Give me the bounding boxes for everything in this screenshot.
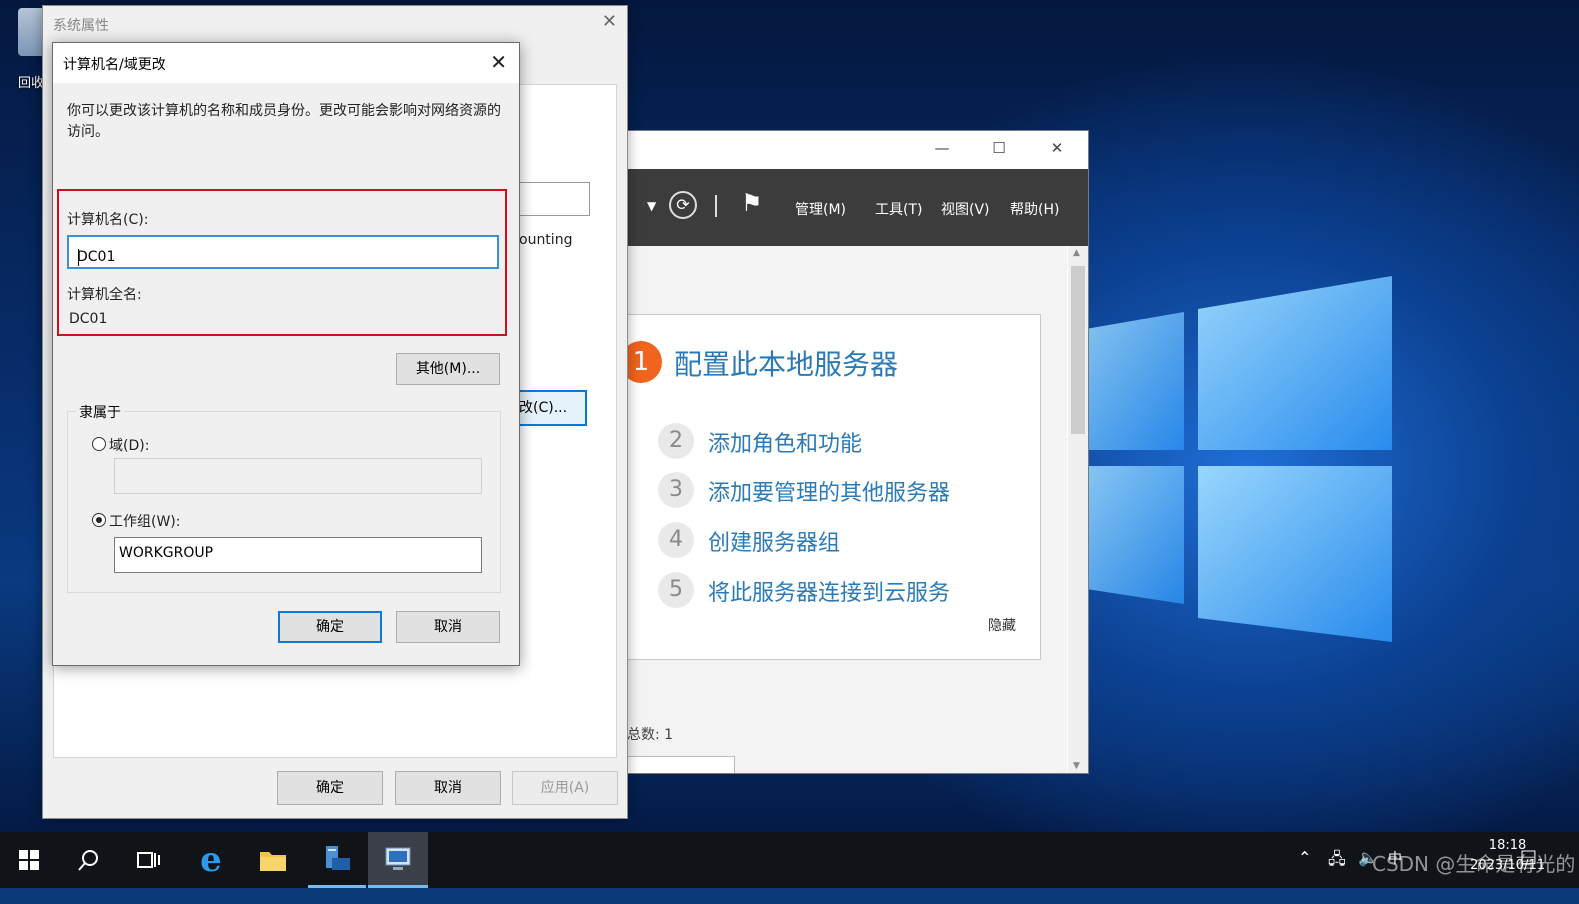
server-manager-window: — ☐ ✕ ▼ ⟳ ⚑ 管理(M) 工具(T) 视图(V) 帮助(H) 1 配置…	[626, 130, 1089, 774]
dropdown-arrow-icon[interactable]: ▼	[647, 199, 656, 213]
apply-button[interactable]: 应用(A)	[512, 771, 618, 805]
maximize-button[interactable]: ☐	[984, 139, 1014, 161]
member-of-group: 隶属于 域(D): 工作组(W): WORKGROUP	[67, 402, 501, 593]
server-manager-toolbar: ▼ ⟳ ⚑ 管理(M) 工具(T) 视图(V) 帮助(H)	[627, 169, 1088, 246]
menu-manage[interactable]: 管理(M)	[795, 199, 846, 219]
configure-local-server-link[interactable]: 配置此本地服务器	[674, 343, 898, 383]
internet-explorer-icon: e	[200, 840, 222, 880]
step-number: 3	[658, 472, 694, 508]
refresh-icon[interactable]: ⟳	[669, 191, 697, 219]
workgroup-value: WORKGROUP	[119, 545, 214, 561]
dialog-titlebar: 计算机名/域更改 ✕	[53, 43, 519, 83]
change-button[interactable]: 改(C)...	[519, 390, 587, 426]
ok-button[interactable]: 确定	[278, 611, 382, 643]
search-button[interactable]	[60, 832, 118, 888]
connect-cloud-link[interactable]: 将此服务器连接到云服务	[708, 575, 950, 607]
system-properties-button[interactable]	[368, 832, 428, 888]
cancel-button[interactable]: 取消	[396, 611, 500, 643]
notification-flag-icon[interactable]: ⚑	[741, 189, 763, 217]
windows-start-icon	[19, 850, 39, 870]
menu-help[interactable]: 帮助(H)	[1010, 199, 1059, 219]
computer-name-dialog: 计算机名/域更改 ✕ 你可以更改该计算机的名称和成员身份。更改可能会影响对网络资…	[52, 42, 520, 666]
step-number: 5	[658, 572, 694, 608]
file-explorer-button[interactable]	[244, 832, 302, 888]
dialog-description: 你可以更改该计算机的名称和成员身份。更改可能会影响对网络资源的访问。	[67, 103, 501, 140]
workgroup-radio[interactable]	[92, 513, 106, 527]
vertical-scrollbar[interactable]: ▲ ▼	[1068, 246, 1088, 773]
system-properties-icon	[385, 847, 411, 870]
create-server-group-link[interactable]: 创建服务器组	[708, 525, 840, 557]
taskbar: e ⌃ 🖧 🔈 中 18:18 2023/10/11 □	[0, 832, 1579, 888]
cancel-button[interactable]: 取消	[395, 771, 501, 805]
dialog-title: 计算机名/域更改	[63, 57, 166, 73]
computer-name-value: DC01	[77, 249, 116, 265]
menu-view[interactable]: 视图(V)	[941, 199, 990, 219]
domain-label[interactable]: 域(D):	[109, 435, 149, 455]
workgroup-label[interactable]: 工作组(W):	[109, 511, 180, 531]
menu-tools[interactable]: 工具(T)	[875, 199, 922, 219]
workgroup-input[interactable]: WORKGROUP	[114, 537, 482, 573]
step-number: 4	[658, 522, 694, 558]
close-button[interactable]: ✕	[1042, 139, 1072, 161]
full-name-value: DC01	[69, 311, 108, 327]
internet-explorer-button[interactable]: e	[182, 832, 240, 888]
scroll-up-icon[interactable]: ▲	[1073, 248, 1080, 258]
minimize-button[interactable]: —	[927, 139, 957, 161]
domain-input[interactable]	[114, 458, 482, 494]
total-count: 总数: 1	[627, 727, 674, 743]
show-hidden-icons-icon[interactable]: ⌃	[1298, 848, 1311, 904]
windows-logo	[1080, 276, 1392, 642]
toolbar-divider	[715, 195, 717, 217]
domain-radio[interactable]	[92, 437, 106, 451]
close-icon[interactable]: ✕	[602, 11, 617, 32]
task-view-button[interactable]	[120, 832, 178, 888]
workgroup-text: ounting	[519, 232, 573, 248]
hide-link[interactable]: 隐藏	[988, 615, 1016, 635]
start-button[interactable]	[0, 832, 58, 888]
more-button[interactable]: 其他(M)...	[396, 353, 500, 385]
watermark-text: CSDN @生命是有光的	[1372, 852, 1576, 876]
search-icon	[78, 850, 98, 871]
member-of-label: 隶属于	[76, 402, 124, 422]
window-title: 系统属性	[53, 18, 109, 34]
server-manager-icon	[326, 845, 350, 870]
network-icon[interactable]: 🖧	[1328, 848, 1346, 904]
add-roles-link[interactable]: 添加角色和功能	[708, 426, 862, 458]
close-icon[interactable]: ✕	[490, 50, 507, 74]
quick-start-panel: 1 配置此本地服务器 2 添加角色和功能 3 添加要管理的其他服务器 4 创建服…	[627, 314, 1041, 660]
task-view-icon	[137, 852, 160, 868]
tile-box	[627, 756, 735, 773]
server-manager-content: 1 配置此本地服务器 2 添加角色和功能 3 添加要管理的其他服务器 4 创建服…	[627, 246, 1067, 773]
full-name-label: 计算机全名:	[67, 287, 142, 303]
computer-name-label: 计算机名(C):	[67, 212, 149, 228]
step-1-badge: 1	[627, 341, 662, 383]
scroll-down-icon[interactable]: ▼	[1073, 761, 1080, 771]
step-number: 2	[658, 423, 694, 459]
description-input[interactable]	[518, 182, 590, 216]
text-caret	[78, 249, 79, 266]
scrollbar-thumb[interactable]	[1071, 266, 1085, 434]
ok-button[interactable]: 确定	[277, 771, 383, 805]
add-servers-link[interactable]: 添加要管理的其他服务器	[708, 475, 950, 507]
folder-icon	[260, 852, 286, 871]
computer-name-input[interactable]: DC01	[67, 235, 499, 269]
server-manager-titlebar: — ☐ ✕	[627, 131, 1088, 168]
server-manager-button[interactable]	[308, 832, 366, 888]
